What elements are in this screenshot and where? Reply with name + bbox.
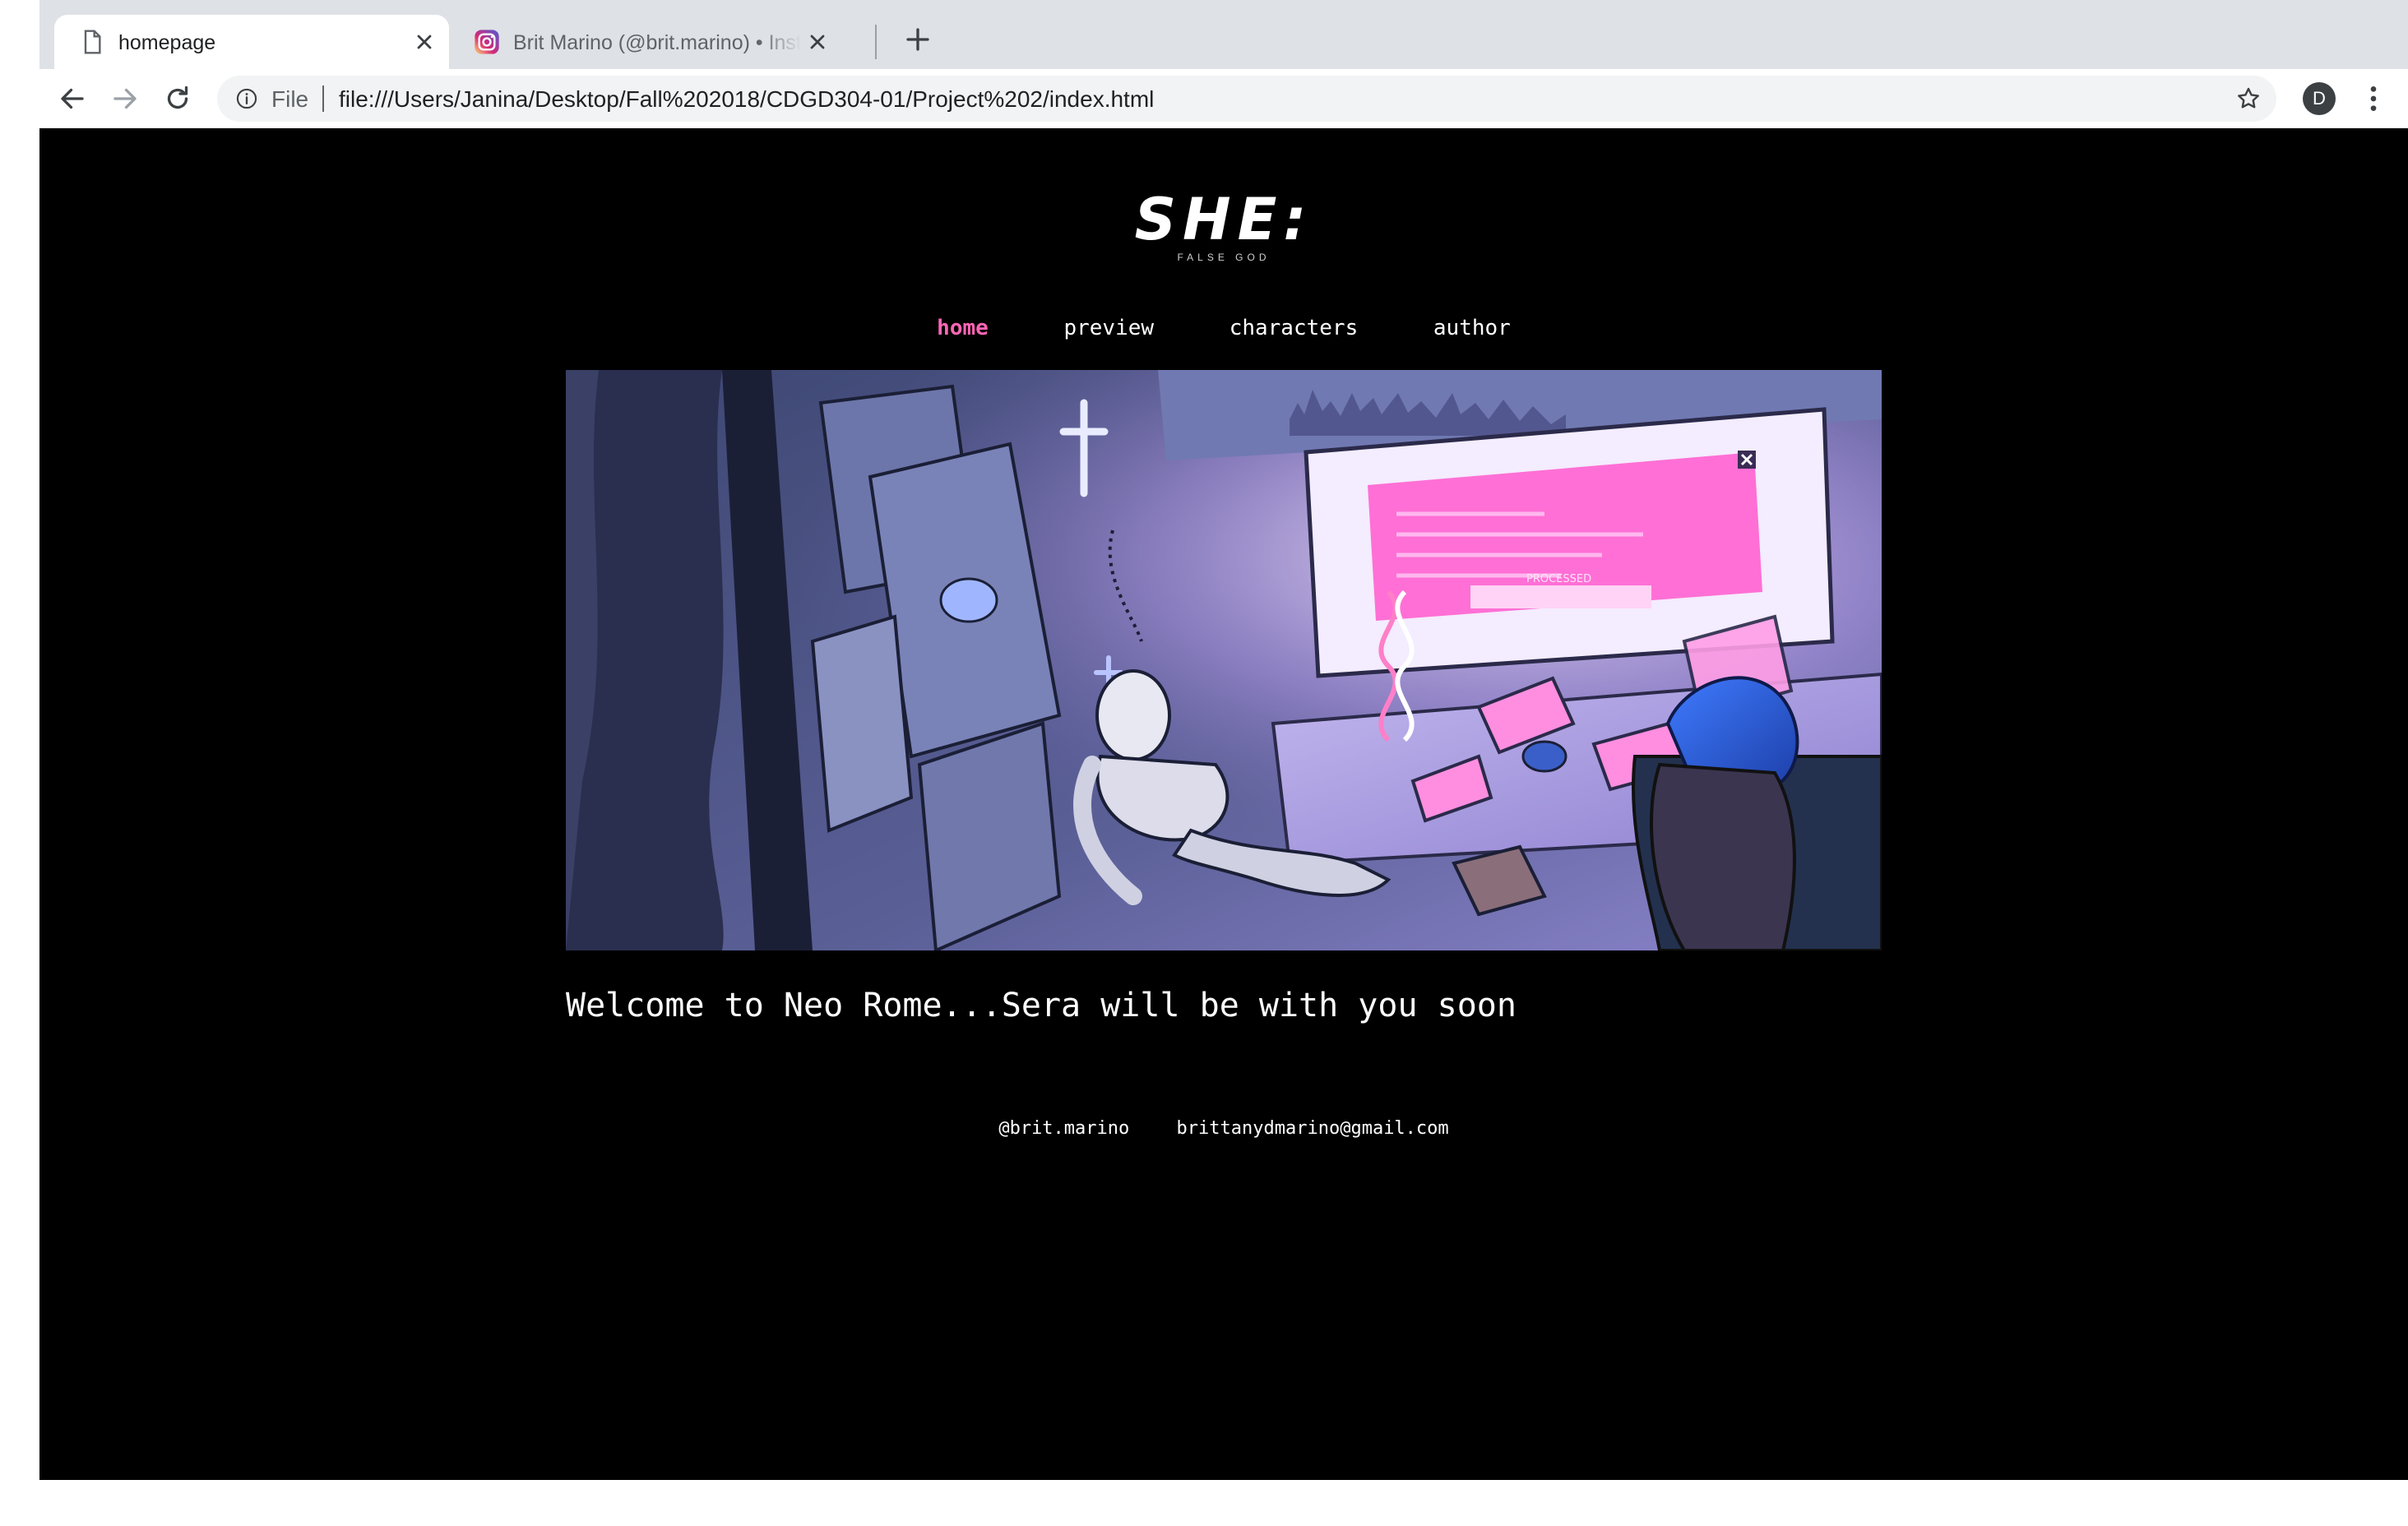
- robot-head: [1095, 669, 1171, 761]
- site-logo[interactable]: SHE:: [39, 186, 2408, 253]
- tab-title: Brit Marino (@brit.marino) • Instagram: [513, 31, 801, 54]
- tab-strip: homepage Brit Marino (@brit.marino) • In…: [39, 0, 2408, 69]
- progress-field: [1470, 585, 1651, 608]
- url-scheme-label: File: [271, 86, 309, 112]
- browser-toolbar: File file:///Users/Janina/Desktop/Fall%2…: [39, 69, 2408, 128]
- tab-instagram[interactable]: Brit Marino (@brit.marino) • Instagram: [449, 15, 842, 69]
- address-divider: [322, 86, 324, 112]
- welcome-message: Welcome to Neo Rome...Sera will be with …: [566, 987, 1517, 1024]
- site-footer: @brit.marino brittanydmarino@gmail.com: [39, 1118, 2408, 1139]
- instagram-handle-link[interactable]: @brit.marino: [998, 1118, 1129, 1139]
- new-tab-plus-icon[interactable]: [903, 25, 933, 54]
- jacket-shape: [1650, 762, 1796, 950]
- ashtray-shape: [1521, 740, 1568, 773]
- close-icon[interactable]: [806, 30, 829, 53]
- tab-divider: [875, 25, 877, 59]
- nav-link-preview[interactable]: preview: [1063, 316, 1154, 340]
- nav-link-characters[interactable]: characters: [1229, 316, 1359, 340]
- info-icon[interactable]: [235, 87, 258, 110]
- processed-label: PROCESSED: [1526, 573, 1591, 585]
- poster-bottle: [810, 614, 914, 833]
- forward-arrow-icon[interactable]: [110, 84, 140, 113]
- bookmark-star-icon[interactable]: [2235, 86, 2262, 112]
- close-icon[interactable]: [413, 30, 436, 53]
- reload-icon[interactable]: [163, 84, 192, 113]
- email-link[interactable]: brittanydmarino@gmail.com: [1177, 1118, 1449, 1139]
- nav-link-home[interactable]: home: [937, 316, 989, 340]
- tab-title: homepage: [118, 31, 216, 54]
- profile-avatar[interactable]: D: [2303, 82, 2336, 115]
- site-tagline: FALSE GOD: [1177, 252, 1271, 263]
- page-viewport: SHE: FALSE GOD home preview characters a…: [39, 128, 2408, 1480]
- url-text[interactable]: file:///Users/Janina/Desktop/Fall%202018…: [339, 86, 1154, 113]
- more-menu-icon[interactable]: [2357, 82, 2390, 115]
- document-icon: [84, 30, 101, 54]
- site-nav: home preview characters author: [39, 316, 2408, 340]
- nav-link-author[interactable]: author: [1433, 316, 1511, 340]
- instagram-icon: [475, 30, 499, 54]
- bee-doodle: [939, 577, 998, 623]
- back-arrow-icon[interactable]: [58, 84, 87, 113]
- hero-illustration: PROCESSED: [566, 370, 1882, 950]
- window-bottom-edge: [0, 1480, 2408, 1526]
- tab-homepage[interactable]: homepage: [54, 15, 449, 69]
- address-bar[interactable]: File file:///Users/Janina/Desktop/Fall%2…: [217, 76, 2276, 122]
